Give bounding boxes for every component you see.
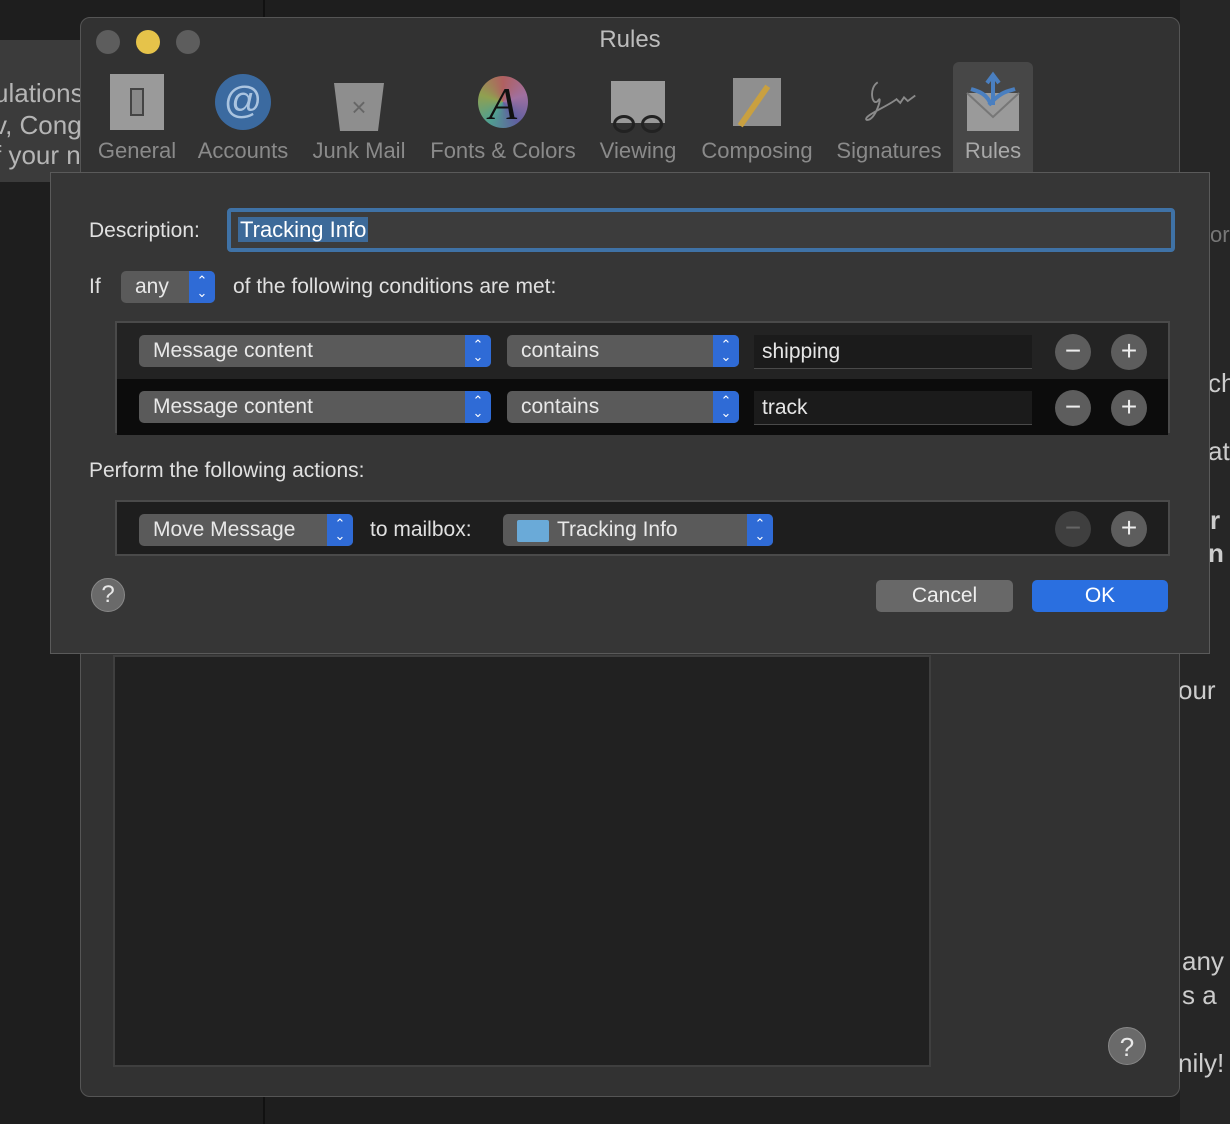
chevron-updown-icon: ⌃ ⌄ [713,391,739,423]
at-icon: @ [213,72,273,132]
condition-row: Message content ⌃ ⌄ contains ⌃ ⌄ shipping − … [117,323,1168,379]
description-label: Description: [89,219,200,242]
match-value: any [135,275,169,298]
tab-fonts-colors[interactable]: A Fonts & Colors [423,62,583,172]
bg-text: nily! [1180,1048,1225,1078]
add-condition-button[interactable]: + [1111,334,1147,370]
chevron-updown-icon: ⌃ ⌄ [713,335,739,367]
bg-text: f your n [0,140,81,170]
bg-text: any [1182,946,1224,976]
add-condition-button[interactable]: + [1111,390,1147,426]
tab-label: Fonts & Colors [430,138,576,163]
tab-signatures[interactable]: Signatures [829,62,949,172]
bg-text: v, Cong [0,110,82,140]
chevron-updown-icon: ⌃ ⌄ [189,271,215,303]
folder-icon [517,520,549,542]
rules-list-panel [113,655,931,1067]
ok-button[interactable]: OK [1032,580,1168,612]
action-type-select[interactable]: Move Message ⌃ ⌄ [139,514,353,546]
signature-icon [859,72,919,132]
chevron-updown-icon: ⌃ ⌄ [747,514,773,546]
select-value: Move Message [153,518,296,541]
match-select[interactable]: any ⌃ ⌄ [121,271,215,303]
tab-rules[interactable]: Rules [953,62,1033,172]
remove-action-button[interactable]: − [1055,511,1091,547]
window-title: Rules [599,26,661,53]
to-mailbox-label: to mailbox: [370,518,472,541]
switch-icon [107,72,167,132]
tab-label: Signatures [836,138,942,163]
select-value: contains [521,395,600,418]
add-action-button[interactable]: + [1111,511,1147,547]
tab-composing[interactable]: Composing [695,62,819,172]
select-value: Message content [153,395,313,418]
tab-junk-mail[interactable]: × Junk Mail [307,62,411,172]
tab-viewing[interactable]: Viewing [593,62,683,172]
bg-text: n [1208,538,1224,568]
remove-condition-button[interactable]: − [1055,390,1091,426]
description-value: Tracking Info [238,217,369,242]
condition-operator-select[interactable]: contains ⌃ ⌄ [507,335,739,367]
if-label: If [89,275,101,298]
actions-list: Move Message ⌃ ⌄ to mailbox: Tracking Info… [115,500,1170,556]
tab-label: Viewing [599,138,677,163]
chevron-updown-icon: ⌃ ⌄ [327,514,353,546]
chevron-updown-icon: ⌃ ⌄ [465,391,491,423]
bg-text: r [1210,505,1221,535]
pencil-paper-icon [727,72,787,132]
background-window-left: ulations v, Cong f your n [0,40,82,182]
select-value: contains [521,339,600,362]
bg-text: ulations [0,78,82,108]
divider [263,1096,265,1124]
condition-field-select[interactable]: Message content ⌃ ⌄ [139,391,491,423]
tab-general[interactable]: General [91,62,183,172]
select-value: Message content [153,339,313,362]
bg-text: ch [1208,368,1230,398]
select-value: Tracking Info [557,518,678,541]
tab-label: Junk Mail [312,138,406,163]
trash-icon: × [329,72,389,132]
tab-accounts[interactable]: @ Accounts [193,62,293,172]
tab-label: Rules [964,138,1022,163]
condition-row: Message content ⌃ ⌄ contains ⌃ ⌄ track − + [117,379,1168,435]
cancel-button[interactable]: Cancel [876,580,1013,612]
fonts-colors-icon: A [473,72,533,132]
mailbox-select[interactable]: Tracking Info ⌃ ⌄ [503,514,773,546]
conditions-list: Message content ⌃ ⌄ contains ⌃ ⌄ shipping − … [115,321,1170,435]
condition-value-input[interactable]: track [754,391,1032,425]
description-input[interactable]: Tracking Info [227,208,1175,252]
tab-label: Accounts [197,138,289,163]
tab-label: Composing [701,138,813,163]
bg-text: s a [1182,980,1217,1010]
help-button[interactable]: ? [91,578,125,612]
tab-label: General [97,138,177,163]
bg-text: at [1208,436,1230,466]
conditions-label: of the following conditions are met: [233,275,557,298]
condition-value-input[interactable]: shipping [754,335,1032,369]
glasses-envelope-icon [608,72,668,133]
help-button[interactable]: ? [1108,1027,1146,1065]
bg-text: our [1180,675,1216,705]
actions-label: Perform the following actions: [89,459,365,482]
remove-condition-button[interactable]: − [1055,334,1091,370]
rules-envelope-icon [963,71,1023,132]
chevron-updown-icon: ⌃ ⌄ [465,335,491,367]
condition-field-select[interactable]: Message content ⌃ ⌄ [139,335,491,367]
rule-edit-sheet: Description: Tracking Info If any ⌃ ⌄ of t… [50,172,1210,654]
condition-operator-select[interactable]: contains ⌃ ⌄ [507,391,739,423]
bg-text: or [1210,222,1230,247]
